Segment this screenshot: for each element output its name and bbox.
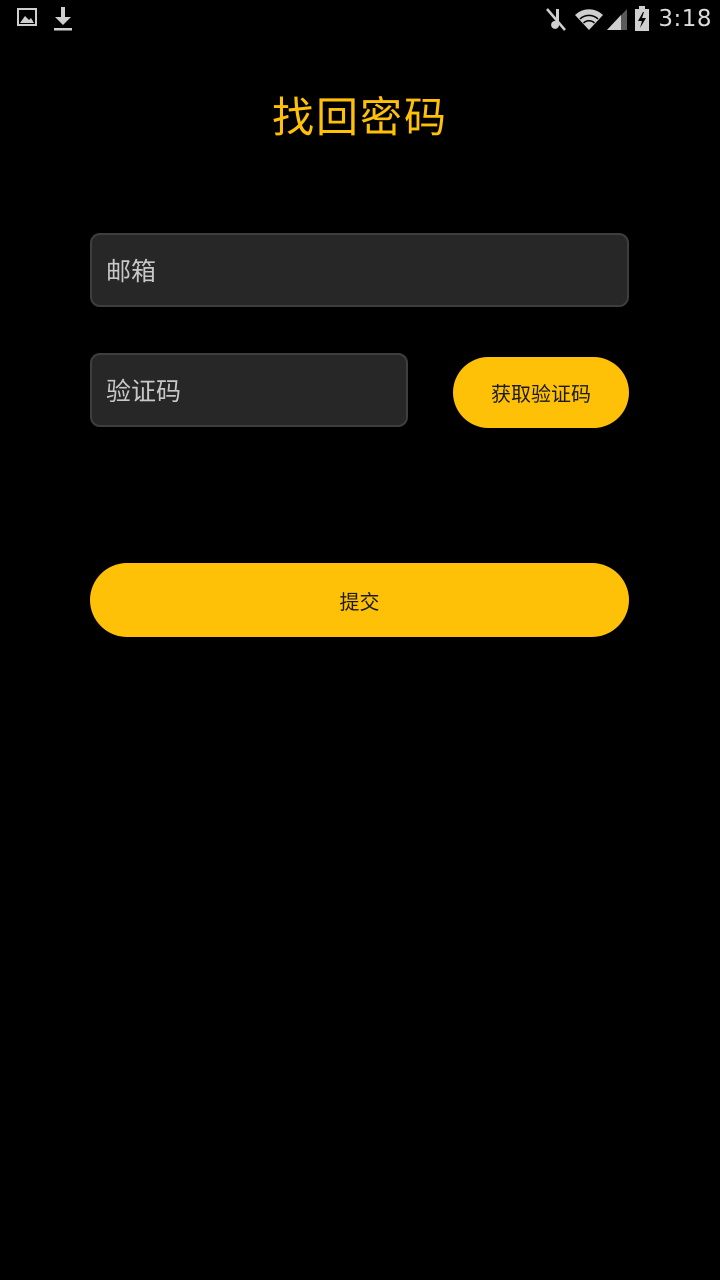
signal-icon: [606, 7, 628, 31]
email-field[interactable]: 邮箱: [90, 233, 629, 307]
battery-charging-icon: [634, 6, 650, 32]
page-title: 找回密码: [271, 93, 448, 142]
get-code-label: 获取验证码: [491, 382, 591, 406]
email-placeholder: 邮箱: [106, 257, 157, 286]
mute-icon: [544, 6, 568, 32]
submit-label: 提交: [339, 589, 380, 614]
submit-button[interactable]: 提交: [90, 563, 629, 637]
get-code-button[interactable]: 获取验证码: [453, 357, 629, 428]
image-icon: [16, 6, 38, 32]
status-bar: 3:18: [0, 0, 720, 38]
download-icon: [52, 6, 74, 36]
status-time: 3:18: [658, 6, 712, 32]
wifi-icon: [574, 7, 604, 31]
code-placeholder: 验证码: [106, 377, 182, 406]
verification-code-field[interactable]: 验证码: [90, 353, 408, 427]
